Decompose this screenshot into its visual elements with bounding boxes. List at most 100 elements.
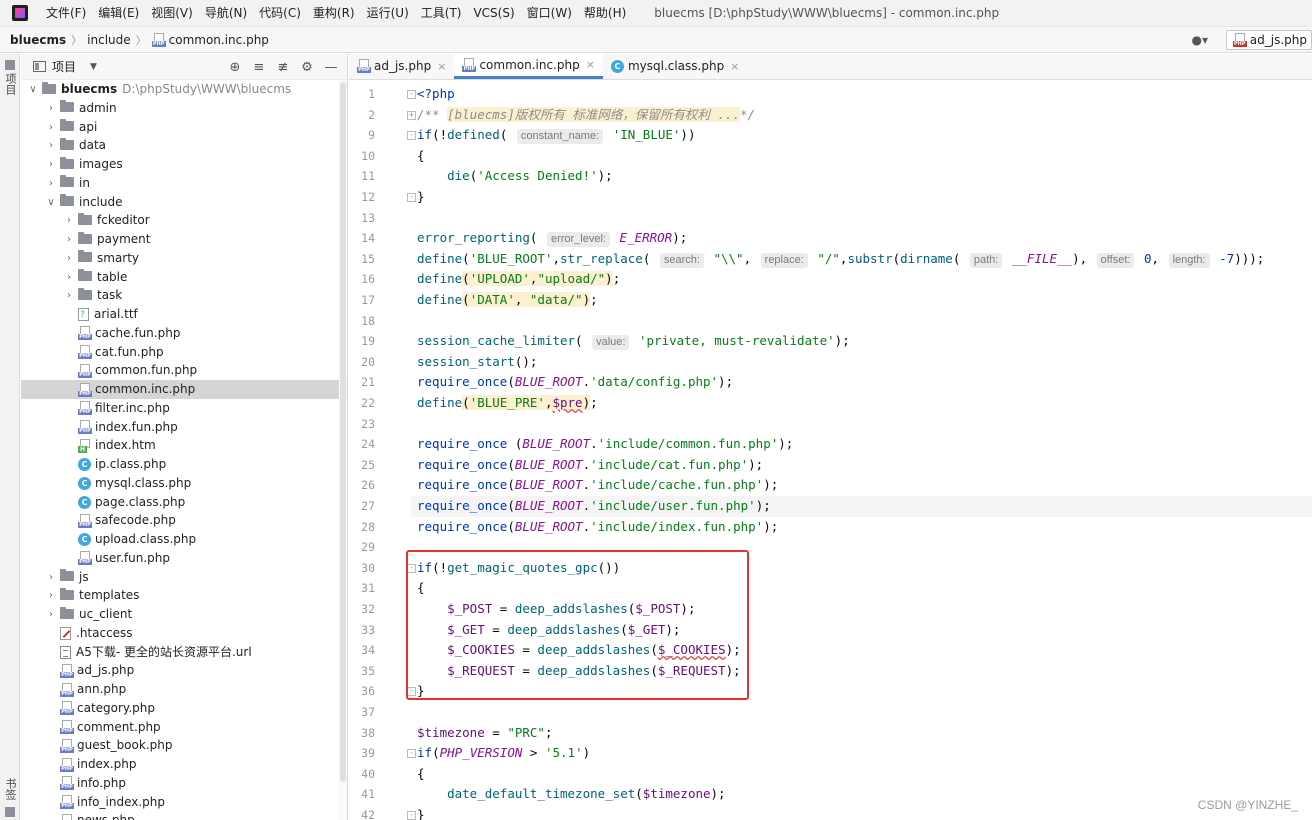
tree-item[interactable]: PHP common.inc.php xyxy=(21,380,348,399)
tree-item[interactable]: Hindex.htm xyxy=(21,436,348,455)
menu-item[interactable]: VCS(S) xyxy=(467,0,520,27)
menu-item[interactable]: 窗口(W) xyxy=(521,0,578,27)
tree-item-label: safecode.php xyxy=(95,513,176,528)
chevron-right-icon[interactable]: › xyxy=(45,99,57,118)
tree-item[interactable]: › uc_client xyxy=(21,605,348,624)
tree-item[interactable]: Cip.class.php xyxy=(21,455,348,474)
chevron-right-icon[interactable]: › xyxy=(63,230,75,249)
tree-item[interactable]: PHP category.php xyxy=(21,699,348,718)
close-icon[interactable]: × xyxy=(586,58,595,71)
tree-item[interactable]: › js xyxy=(21,568,348,587)
tree-item[interactable]: ∨ include xyxy=(21,193,348,212)
chevron-right-icon[interactable]: › xyxy=(45,174,57,193)
chevron-down-icon[interactable]: ∨ xyxy=(45,193,57,212)
locate-file-icon[interactable]: ⊕ xyxy=(223,60,247,75)
menu-item[interactable]: 文件(F) xyxy=(40,0,92,27)
run-configuration-select[interactable]: PHP ad_js.php xyxy=(1225,30,1312,50)
tree-item-label: smarty xyxy=(97,250,140,265)
menu-item[interactable]: 视图(V) xyxy=(145,0,199,27)
fold-collapse-icon[interactable]: - xyxy=(407,131,416,141)
tree-item[interactable]: › fckeditor xyxy=(21,211,348,230)
chevron-right-icon[interactable]: › xyxy=(45,605,57,624)
line-number: 9 xyxy=(368,128,375,143)
fold-collapse-icon[interactable]: - xyxy=(407,193,416,202)
chevron-right-icon[interactable]: › xyxy=(63,249,75,268)
bookmarks-tool-button[interactable]: 书签 xyxy=(2,778,18,820)
tree-item[interactable]: PHP filter.inc.php xyxy=(21,399,348,418)
chevron-right-icon[interactable]: › xyxy=(45,136,57,155)
tree-item[interactable]: PHP index.php xyxy=(21,755,348,774)
tree-item[interactable]: PHP comment.php xyxy=(21,718,348,737)
project-tool-button[interactable]: 项目 xyxy=(2,60,18,98)
editor-tab[interactable]: PHP common.inc.php × xyxy=(454,53,603,79)
tree-item[interactable]: › table xyxy=(21,268,348,287)
tree-item[interactable]: › api xyxy=(21,118,348,137)
tree-item[interactable]: › templates xyxy=(21,586,348,605)
close-icon[interactable]: × xyxy=(730,60,739,73)
breadcrumb-project[interactable]: bluecms xyxy=(10,33,66,47)
menu-item[interactable]: 重构(R) xyxy=(307,0,361,27)
user-account-icon[interactable]: ●▾ xyxy=(1188,30,1212,50)
tree-item[interactable]: › payment xyxy=(21,230,348,249)
tree-item[interactable]: PHP info.php xyxy=(21,774,348,793)
tree-item[interactable]: › task xyxy=(21,286,348,305)
chevron-right-icon[interactable]: › xyxy=(45,568,57,587)
breadcrumb-separator-icon: 〉 xyxy=(135,33,147,47)
chevron-right-icon[interactable]: › xyxy=(63,211,75,230)
project-panel-title: 项目 xyxy=(52,60,77,74)
tree-item[interactable]: › in xyxy=(21,174,348,193)
fold-collapse-icon[interactable]: - xyxy=(407,90,416,99)
gear-icon[interactable]: ⚙ xyxy=(295,60,319,75)
breadcrumb-folder[interactable]: include xyxy=(87,33,130,47)
tree-item[interactable]: › smarty xyxy=(21,249,348,268)
code-area[interactable]: <?php /** [bluecms]版权所有 标准网络，保留所有权利 ...*/… xyxy=(417,80,1312,820)
tree-item[interactable]: › data xyxy=(21,136,348,155)
menu-item[interactable]: 代码(C) xyxy=(253,0,307,27)
tree-item[interactable]: Cupload.class.php xyxy=(21,530,348,549)
menu-item[interactable]: 工具(T) xyxy=(415,0,468,27)
tree-item[interactable]: PHP cat.fun.php xyxy=(21,343,348,362)
tree-item[interactable]: Cpage.class.php xyxy=(21,493,348,512)
menu-item[interactable]: 编辑(E) xyxy=(92,0,145,27)
line-number: 2 xyxy=(368,107,375,122)
fold-collapse-icon[interactable]: - xyxy=(407,749,416,759)
tree-item[interactable]: › admin xyxy=(21,99,348,118)
tree-item[interactable]: A5下载- 更全的站长资源平台.url xyxy=(21,643,348,662)
tree-item[interactable]: Cmysql.class.php xyxy=(21,474,348,493)
chevron-right-icon[interactable]: › xyxy=(63,286,75,305)
editor-tab[interactable]: Cmysql.class.php × xyxy=(603,53,747,79)
close-icon[interactable]: × xyxy=(437,60,446,73)
chevron-right-icon[interactable]: › xyxy=(63,268,75,287)
tree-item[interactable]: PHP cache.fun.php xyxy=(21,324,348,343)
project-tool-icon xyxy=(5,60,15,70)
tree-item[interactable]: PHPnews.php xyxy=(21,811,348,820)
menu-item[interactable]: 运行(U) xyxy=(361,0,415,27)
tree-item[interactable]: › images xyxy=(21,155,348,174)
tree-item[interactable]: PHP user.fun.php xyxy=(21,549,348,568)
chevron-right-icon[interactable]: › xyxy=(45,155,57,174)
tree-item[interactable]: PHP ann.php xyxy=(21,680,348,699)
fold-expand-icon[interactable]: + xyxy=(407,110,416,120)
tree-item[interactable]: PHP ad_js.php xyxy=(21,661,348,680)
editor-tab-label: ad_js.php xyxy=(374,59,432,73)
tree-item[interactable]: arial.ttf xyxy=(21,305,348,324)
fold-collapse-icon[interactable]: - xyxy=(407,811,416,820)
menu-item[interactable]: 导航(N) xyxy=(199,0,253,27)
breadcrumb-file[interactable]: PHP common.inc.php xyxy=(151,32,269,47)
project-view-selector[interactable]: 项目 ▼ xyxy=(33,58,97,75)
minimize-icon[interactable]: — xyxy=(319,60,343,75)
tree-item[interactable]: .htaccess xyxy=(21,624,348,643)
tree-item[interactable]: PHP common.fun.php xyxy=(21,361,348,380)
collapse-all-icon[interactable]: ≢ xyxy=(271,60,295,75)
expand-all-icon[interactable]: ≡ xyxy=(247,60,271,75)
tree-item[interactable]: PHP info_index.php xyxy=(21,793,348,812)
editor-tab[interactable]: PHP ad_js.php × xyxy=(349,53,454,79)
tree-root[interactable]: ∨ bluecms D:\phpStudy\WWW\bluecms xyxy=(21,80,348,99)
tree-item[interactable]: PHP guest_book.php xyxy=(21,736,348,755)
chevron-right-icon[interactable]: › xyxy=(45,118,57,137)
tree-item[interactable]: PHP index.fun.php xyxy=(21,418,348,437)
menu-item[interactable]: 帮助(H) xyxy=(578,0,632,27)
tree-item[interactable]: PHP safecode.php xyxy=(21,511,348,530)
chevron-right-icon[interactable]: › xyxy=(45,586,57,605)
chevron-down-icon[interactable]: ∨ xyxy=(27,80,39,99)
